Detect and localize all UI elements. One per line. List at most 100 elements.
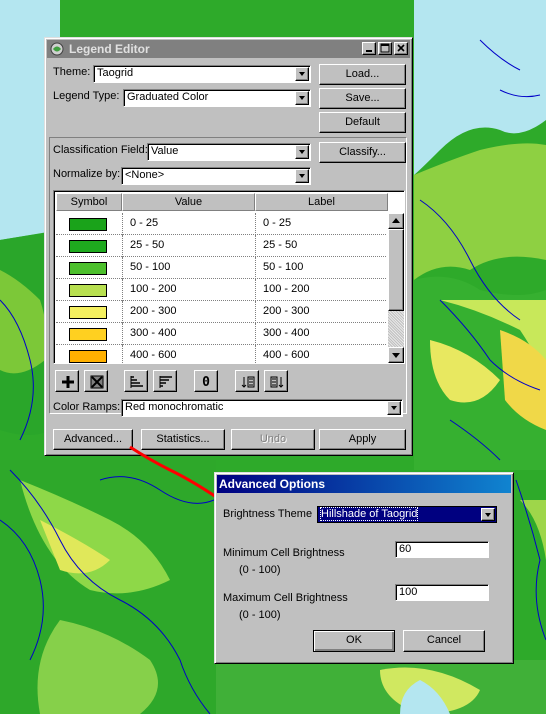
classify-button[interactable]: Classify... [319,142,406,163]
column-header-value[interactable]: Value [122,193,255,211]
legend-type-value: Graduated Color [127,91,209,103]
close-icon [397,44,405,52]
row-label[interactable]: 25 - 50 [263,239,297,251]
symbol-swatch[interactable] [69,240,107,253]
min-brightness-input[interactable]: 60 [395,541,489,558]
delete-class-button[interactable] [84,370,108,392]
legend-scrollbar[interactable] [388,213,404,363]
row-value[interactable]: 0 - 25 [130,217,158,229]
add-class-button[interactable] [55,370,79,392]
advanced-options-dialog: Advanced Options Brightness Theme Hillsh… [214,472,514,664]
minimize-button[interactable] [362,42,376,55]
advanced-button[interactable]: Advanced... [53,429,133,450]
row-label[interactable]: 300 - 400 [263,327,309,339]
maximize-button[interactable] [378,42,392,55]
legend-type-dropdown-arrow-icon[interactable] [295,91,309,105]
row-value[interactable]: 100 - 200 [130,283,176,295]
color-ramps-select[interactable]: Red monochromatic [121,399,403,417]
row-label[interactable]: 0 - 25 [263,217,291,229]
scroll-thumb[interactable] [388,229,404,311]
scroll-up-icon[interactable] [388,213,404,229]
maximize-icon [380,43,390,53]
brightness-theme-value: Hillshade of Taogrid [319,507,419,521]
flip-labels-button[interactable] [264,370,288,392]
classification-field-label: Classification Field: [53,144,148,156]
descending-button[interactable] [153,370,177,392]
symbol-swatch[interactable] [69,284,107,297]
flip-icon [241,376,255,388]
ok-button[interactable]: OK [313,630,395,652]
classification-field-select[interactable]: Value [147,143,311,161]
classification-field-value: Value [151,145,179,157]
column-header-symbol[interactable]: Symbol [56,193,122,211]
row-label[interactable]: 50 - 100 [263,261,303,273]
row-label[interactable]: 100 - 200 [263,283,309,295]
flip-symbols-button[interactable] [235,370,259,392]
row-value[interactable]: 200 - 300 [130,305,176,317]
table-row[interactable]: 0 - 25 0 - 25 [56,213,386,235]
table-row[interactable]: 400 - 600 400 - 600 [56,345,386,363]
theme-dropdown-arrow-icon[interactable] [295,67,309,81]
advanced-options-title: Advanced Options [219,477,326,491]
symbol-swatch[interactable] [69,328,107,341]
row-value[interactable]: 300 - 400 [130,327,176,339]
row-label[interactable]: 400 - 600 [263,349,309,361]
sort-descending-icon [159,376,172,388]
table-row[interactable]: 300 - 400 300 - 400 [56,323,386,345]
statistics-button[interactable]: Statistics... [141,429,225,450]
brightness-theme-label: Brightness Theme [223,508,313,520]
row-value[interactable]: 400 - 600 [130,349,176,361]
save-button[interactable]: Save... [319,88,406,109]
table-row[interactable]: 200 - 300 200 - 300 [56,301,386,323]
brightness-theme-select[interactable]: Hillshade of Taogrid [317,506,497,523]
load-button[interactable]: Load... [319,64,406,85]
normalize-value: <None> [125,169,165,181]
row-label[interactable]: 200 - 300 [263,305,309,317]
symbol-swatch[interactable] [69,262,107,275]
row-value[interactable]: 25 - 50 [130,239,164,251]
brightness-theme-dropdown-arrow-icon[interactable] [481,508,495,521]
close-button[interactable] [394,42,408,55]
scroll-down-icon[interactable] [388,347,404,363]
legend-editor-titlebar[interactable]: Legend Editor [47,40,410,58]
default-button[interactable]: Default [319,112,406,133]
min-brightness-label: Minimum Cell Brightness [223,547,345,559]
normalize-select[interactable]: <None> [121,167,311,185]
sort-ascending-icon [130,376,143,388]
legend-type-label: Legend Type: [53,90,120,102]
normalize-dropdown-arrow-icon[interactable] [295,169,309,183]
max-brightness-label: Maximum Cell Brightness [223,592,348,604]
normalize-label: Normalize by: [53,168,121,180]
zero-button[interactable]: 0 [194,370,218,392]
reverse-icon [270,376,284,388]
table-row[interactable]: 25 - 50 25 - 50 [56,235,386,257]
max-brightness-range: (0 - 100) [239,609,281,621]
min-brightness-range: (0 - 100) [239,564,281,576]
table-row[interactable]: 100 - 200 100 - 200 [56,279,386,301]
classification-field-dropdown-arrow-icon[interactable] [295,145,309,159]
color-ramps-dropdown-arrow-icon[interactable] [387,401,401,415]
advanced-options-titlebar[interactable]: Advanced Options [217,475,511,493]
minimize-icon [366,50,372,52]
symbol-swatch[interactable] [69,218,107,231]
color-ramps-value: Red monochromatic [125,401,224,413]
legend-type-select[interactable]: Graduated Color [123,89,311,107]
theme-select[interactable]: Taogrid [93,65,311,83]
undo-button[interactable]: Undo [231,429,315,450]
plus-icon [62,376,74,388]
zero-button-label: 0 [202,375,210,390]
legend-editor-app-icon [50,42,64,56]
table-row[interactable]: 50 - 100 50 - 100 [56,257,386,279]
column-header-label[interactable]: Label [255,193,388,211]
legend-editor-title: Legend Editor [69,42,150,56]
symbol-swatch[interactable] [69,306,107,319]
theme-select-value: Taogrid [97,67,134,79]
apply-button[interactable]: Apply [319,429,406,450]
row-value[interactable]: 50 - 100 [130,261,170,273]
max-brightness-input[interactable]: 100 [395,584,489,601]
cancel-button[interactable]: Cancel [403,630,485,652]
legend-table: Symbol Value Label 0 - 25 0 - 25 25 - 50… [53,190,405,364]
theme-label: Theme: [53,66,91,78]
ascending-button[interactable] [124,370,148,392]
symbol-swatch[interactable] [69,350,107,363]
